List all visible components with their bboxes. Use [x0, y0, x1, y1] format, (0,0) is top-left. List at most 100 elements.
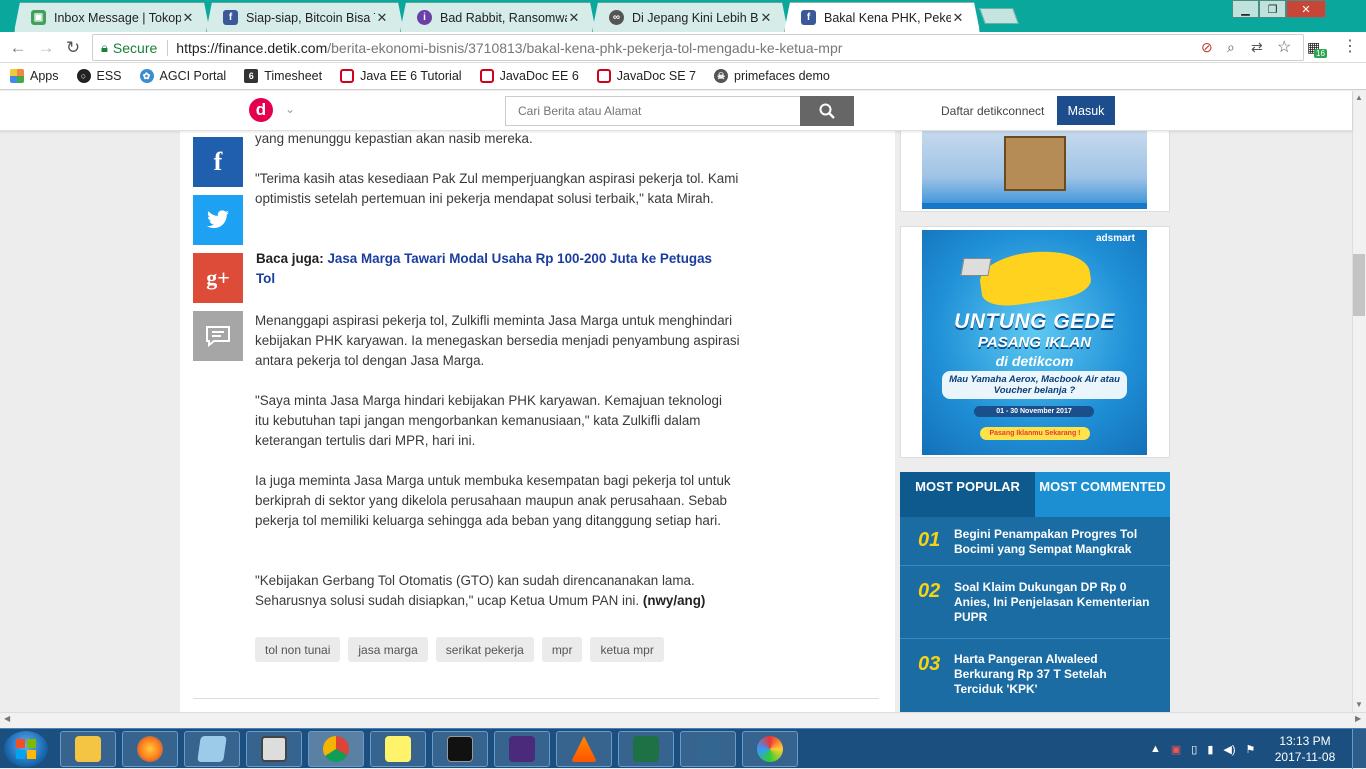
- vlc-icon: [571, 736, 597, 762]
- zoom-icon[interactable]: ⌕: [1227, 39, 1235, 56]
- volume-icon[interactable]: ◀): [1223, 743, 1235, 756]
- baca-juga-label: Baca juga:: [256, 251, 324, 266]
- popular-rank: 02: [918, 580, 941, 602]
- restore-button[interactable]: ❐: [1259, 0, 1286, 18]
- taskbar-paint[interactable]: [742, 731, 798, 767]
- vertical-scroll-thumb[interactable]: [1353, 254, 1365, 316]
- bookmark-apps[interactable]: Apps: [10, 69, 59, 83]
- translate-icon[interactable]: ⇄: [1251, 39, 1263, 56]
- horizontal-scrollbar[interactable]: [0, 712, 1366, 728]
- taskbar-terminal[interactable]: [432, 731, 488, 767]
- taskbar-notes[interactable]: [184, 731, 240, 767]
- article-paragraph-partial: yang menunggu kepastian akan nasib merek…: [255, 131, 533, 146]
- scroll-left-arrow-icon[interactable]: ◀: [4, 714, 10, 723]
- tab-most-commented[interactable]: MOST COMMENTED: [1035, 472, 1170, 517]
- device-icon[interactable]: ▯: [1191, 743, 1197, 756]
- taskbar-chart-app[interactable]: [246, 731, 302, 767]
- terminal-icon: [447, 736, 473, 762]
- taskbar-firefox[interactable]: [122, 731, 178, 767]
- bookmark-label: Timesheet: [264, 69, 323, 83]
- show-hidden-icons[interactable]: ▲: [1150, 743, 1161, 755]
- bookmark-label: primefaces demo: [734, 69, 830, 83]
- browser-tab-1[interactable]: ▣ Inbox Message | Tokope ✕: [14, 2, 210, 32]
- bookmark-label: JavaDoc SE 7: [616, 69, 696, 83]
- tab-most-popular[interactable]: MOST POPULAR: [900, 472, 1035, 517]
- popular-item[interactable]: 02 Soal Klaim Dukungan DP Rp 0 Anies, In…: [900, 566, 1170, 639]
- back-icon[interactable]: ←: [8, 38, 28, 58]
- reload-icon[interactable]: ↻: [63, 38, 83, 58]
- facebook-share-button[interactable]: f: [193, 137, 243, 187]
- bookmark-star-icon[interactable]: ☆: [1277, 37, 1291, 57]
- taskbar-vlc[interactable]: [556, 731, 612, 767]
- scroll-up-arrow-icon[interactable]: ▲: [1355, 93, 1363, 102]
- taskbar-clock[interactable]: 13:13 PM 2017-11-08: [1270, 733, 1340, 765]
- start-button[interactable]: [4, 731, 48, 767]
- vertical-scrollbar[interactable]: [1352, 91, 1366, 712]
- detik-logo[interactable]: d: [249, 98, 273, 122]
- blocked-cookie-icon[interactable]: ⊘: [1201, 39, 1213, 56]
- browser-tab-2[interactable]: f Siap-siap, Bitcoin Bisa Te ✕: [206, 2, 404, 32]
- address-bar[interactable]: 🔒︎ Secure https://finance.detik.com /ber…: [92, 34, 1304, 61]
- ad-subheadline: PASANG IKLAN: [977, 334, 1092, 351]
- tag-pill[interactable]: jasa marga: [348, 637, 428, 662]
- popular-title[interactable]: Harta Pangeran Alwaleed Berkurang Rp 37 …: [954, 652, 1154, 697]
- popular-title[interactable]: Begini Penampakan Progres Tol Bocimi yan…: [954, 527, 1154, 557]
- baca-juga-link[interactable]: Jasa Marga Tawari Modal Usaha Rp 100-200…: [256, 251, 712, 286]
- forward-icon[interactable]: →: [36, 38, 56, 58]
- power-icon[interactable]: ▮: [1207, 743, 1213, 756]
- minimize-button[interactable]: ▁: [1232, 0, 1259, 18]
- popular-title[interactable]: Soal Klaim Dukungan DP Rp 0 Anies, Ini P…: [954, 580, 1154, 625]
- tag-pill[interactable]: serikat pekerja: [435, 637, 534, 662]
- article-paragraph: "Saya minta Jasa Marga hindari kebijakan…: [255, 393, 722, 448]
- close-window-button[interactable]: ✕: [1286, 0, 1326, 18]
- bookmark-agci-portal[interactable]: ✿ AGCI Portal: [139, 69, 226, 83]
- sidebar-ad-2[interactable]: adsmart UNTUNG GEDE PASANG IKLAN di deti…: [900, 226, 1170, 458]
- twitter-share-button[interactable]: [193, 195, 243, 245]
- tag-pill[interactable]: tol non tunai: [255, 637, 341, 662]
- taskbar-explorer[interactable]: [60, 731, 116, 767]
- google-plus-share-button[interactable]: g+: [193, 253, 243, 303]
- show-desktop-button[interactable]: [1352, 729, 1366, 769]
- close-tab-icon[interactable]: ✕: [759, 10, 773, 26]
- bookmark-javadoc-se-7[interactable]: JavaDoc SE 7: [596, 69, 696, 83]
- search-input[interactable]: [505, 96, 801, 126]
- popular-item[interactable]: 01 Begini Penampakan Progres Tol Bocimi …: [900, 517, 1170, 566]
- daftar-detikconnect-link[interactable]: Daftar detikconnect: [941, 104, 1044, 118]
- taskbar-excel[interactable]: [618, 731, 674, 767]
- bookmark-timesheet[interactable]: 6 Timesheet: [244, 69, 322, 83]
- bookmark-ess[interactable]: ○ ESS: [76, 69, 122, 83]
- taskbar-sticky-notes[interactable]: [370, 731, 426, 767]
- network-icon[interactable]: ▣: [1171, 743, 1181, 756]
- article-paragraph: Ia juga meminta Jasa Marga untuk membuka…: [255, 473, 731, 528]
- chrome-icon: [323, 736, 349, 762]
- close-tab-icon[interactable]: ✕: [951, 10, 965, 26]
- browser-tab-5-active[interactable]: f Bakal Kena PHK, Pekerja ✕: [784, 2, 980, 32]
- browser-tab-4[interactable]: ∞ Di Jepang Kini Lebih Ban ✕: [592, 2, 788, 32]
- popular-item[interactable]: 03 Harta Pangeran Alwaleed Berkurang Rp …: [900, 639, 1170, 712]
- lock-icon: 🔒︎: [101, 39, 108, 55]
- google-plus-icon: g+: [206, 265, 230, 290]
- tab-title: Inbox Message | Tokope: [54, 10, 181, 25]
- close-tab-icon[interactable]: ✕: [567, 10, 581, 26]
- chevron-down-icon[interactable]: ⌄: [285, 102, 295, 116]
- chrome-menu-icon[interactable]: ⋮: [1342, 36, 1358, 56]
- tag-pill[interactable]: mpr: [541, 637, 583, 662]
- search-button[interactable]: [800, 96, 854, 126]
- scroll-down-arrow-icon[interactable]: ▼: [1355, 700, 1363, 709]
- scroll-right-arrow-icon[interactable]: ▶: [1355, 714, 1361, 723]
- baca-juga: Baca juga: Jasa Marga Tawari Modal Usaha…: [256, 249, 726, 289]
- taskbar-postgres[interactable]: [680, 731, 736, 767]
- close-tab-icon[interactable]: ✕: [375, 10, 389, 26]
- masuk-button[interactable]: Masuk: [1057, 96, 1115, 125]
- taskbar-chrome[interactable]: [308, 731, 364, 767]
- bookmark-javadoc-ee-6[interactable]: JavaDoc EE 6: [479, 69, 579, 83]
- browser-tab-3[interactable]: i Bad Rabbit, Ransomware ✕: [400, 2, 596, 32]
- bookmark-java-ee-6-tutorial[interactable]: Java EE 6 Tutorial: [340, 69, 462, 83]
- action-center-icon[interactable]: ⚑: [1246, 743, 1256, 756]
- tag-pill[interactable]: ketua mpr: [590, 637, 664, 662]
- close-tab-icon[interactable]: ✕: [181, 10, 195, 26]
- comment-button[interactable]: [193, 311, 243, 361]
- new-tab-button[interactable]: [979, 8, 1019, 24]
- bookmark-primefaces-demo[interactable]: ☠ primefaces demo: [714, 69, 830, 83]
- taskbar-java-ee-ide[interactable]: [494, 731, 550, 767]
